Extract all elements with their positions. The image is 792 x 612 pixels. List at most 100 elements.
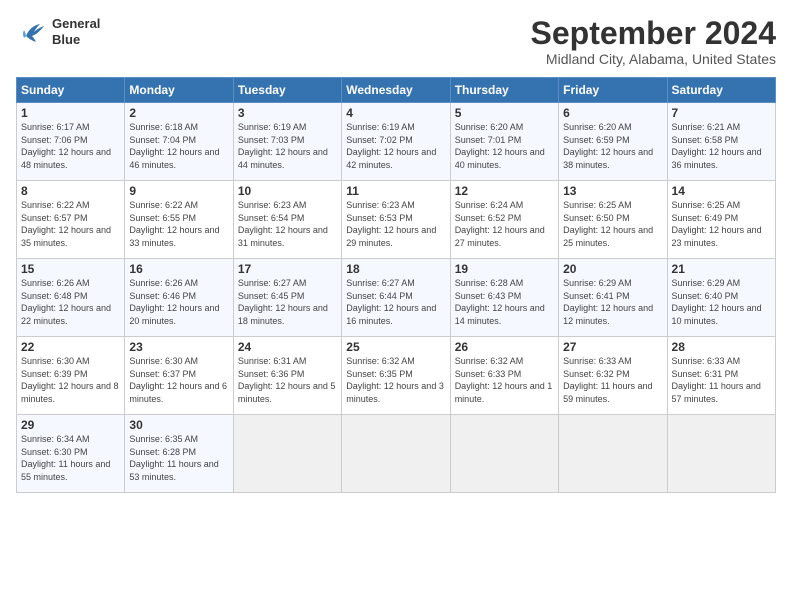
day-number: 20 bbox=[563, 262, 662, 276]
day-number: 15 bbox=[21, 262, 120, 276]
day-info: Sunrise: 6:27 AMSunset: 6:45 PMDaylight:… bbox=[238, 277, 337, 327]
calendar-day-cell: 1Sunrise: 6:17 AMSunset: 7:06 PMDaylight… bbox=[17, 103, 125, 181]
day-number: 25 bbox=[346, 340, 445, 354]
calendar-header-cell: Sunday bbox=[17, 78, 125, 103]
day-number: 14 bbox=[672, 184, 771, 198]
calendar-body: 1Sunrise: 6:17 AMSunset: 7:06 PMDaylight… bbox=[17, 103, 776, 493]
day-info: Sunrise: 6:25 AMSunset: 6:50 PMDaylight:… bbox=[563, 199, 662, 249]
day-number: 30 bbox=[129, 418, 228, 432]
calendar-day-cell: 19Sunrise: 6:28 AMSunset: 6:43 PMDayligh… bbox=[450, 259, 558, 337]
calendar-day-cell bbox=[233, 415, 341, 493]
calendar-day-cell: 22Sunrise: 6:30 AMSunset: 6:39 PMDayligh… bbox=[17, 337, 125, 415]
title-section: September 2024 Midland City, Alabama, Un… bbox=[531, 16, 776, 67]
day-number: 1 bbox=[21, 106, 120, 120]
day-number: 12 bbox=[455, 184, 554, 198]
calendar-day-cell: 18Sunrise: 6:27 AMSunset: 6:44 PMDayligh… bbox=[342, 259, 450, 337]
calendar-table: SundayMondayTuesdayWednesdayThursdayFrid… bbox=[16, 77, 776, 493]
calendar-day-cell bbox=[559, 415, 667, 493]
header: General Blue September 2024 Midland City… bbox=[16, 16, 776, 67]
day-info: Sunrise: 6:22 AMSunset: 6:55 PMDaylight:… bbox=[129, 199, 228, 249]
calendar-header-cell: Saturday bbox=[667, 78, 775, 103]
calendar-day-cell: 28Sunrise: 6:33 AMSunset: 6:31 PMDayligh… bbox=[667, 337, 775, 415]
day-info: Sunrise: 6:30 AMSunset: 6:37 PMDaylight:… bbox=[129, 355, 228, 405]
day-number: 8 bbox=[21, 184, 120, 198]
calendar-week-row: 8Sunrise: 6:22 AMSunset: 6:57 PMDaylight… bbox=[17, 181, 776, 259]
calendar-day-cell: 26Sunrise: 6:32 AMSunset: 6:33 PMDayligh… bbox=[450, 337, 558, 415]
calendar-day-cell: 9Sunrise: 6:22 AMSunset: 6:55 PMDaylight… bbox=[125, 181, 233, 259]
day-number: 4 bbox=[346, 106, 445, 120]
logo: General Blue bbox=[16, 16, 100, 47]
calendar-day-cell: 27Sunrise: 6:33 AMSunset: 6:32 PMDayligh… bbox=[559, 337, 667, 415]
day-number: 26 bbox=[455, 340, 554, 354]
day-info: Sunrise: 6:25 AMSunset: 6:49 PMDaylight:… bbox=[672, 199, 771, 249]
calendar-day-cell: 12Sunrise: 6:24 AMSunset: 6:52 PMDayligh… bbox=[450, 181, 558, 259]
calendar-day-cell: 8Sunrise: 6:22 AMSunset: 6:57 PMDaylight… bbox=[17, 181, 125, 259]
calendar-header-row: SundayMondayTuesdayWednesdayThursdayFrid… bbox=[17, 78, 776, 103]
day-info: Sunrise: 6:30 AMSunset: 6:39 PMDaylight:… bbox=[21, 355, 120, 405]
day-number: 22 bbox=[21, 340, 120, 354]
day-info: Sunrise: 6:35 AMSunset: 6:28 PMDaylight:… bbox=[129, 433, 228, 483]
calendar-day-cell: 11Sunrise: 6:23 AMSunset: 6:53 PMDayligh… bbox=[342, 181, 450, 259]
day-info: Sunrise: 6:33 AMSunset: 6:31 PMDaylight:… bbox=[672, 355, 771, 405]
day-info: Sunrise: 6:27 AMSunset: 6:44 PMDaylight:… bbox=[346, 277, 445, 327]
calendar-day-cell: 2Sunrise: 6:18 AMSunset: 7:04 PMDaylight… bbox=[125, 103, 233, 181]
calendar-day-cell: 5Sunrise: 6:20 AMSunset: 7:01 PMDaylight… bbox=[450, 103, 558, 181]
day-number: 23 bbox=[129, 340, 228, 354]
day-info: Sunrise: 6:19 AMSunset: 7:02 PMDaylight:… bbox=[346, 121, 445, 171]
day-info: Sunrise: 6:28 AMSunset: 6:43 PMDaylight:… bbox=[455, 277, 554, 327]
day-number: 18 bbox=[346, 262, 445, 276]
day-info: Sunrise: 6:29 AMSunset: 6:40 PMDaylight:… bbox=[672, 277, 771, 327]
calendar-day-cell: 14Sunrise: 6:25 AMSunset: 6:49 PMDayligh… bbox=[667, 181, 775, 259]
calendar-day-cell: 17Sunrise: 6:27 AMSunset: 6:45 PMDayligh… bbox=[233, 259, 341, 337]
calendar-day-cell bbox=[667, 415, 775, 493]
day-info: Sunrise: 6:33 AMSunset: 6:32 PMDaylight:… bbox=[563, 355, 662, 405]
calendar-header-cell: Monday bbox=[125, 78, 233, 103]
day-info: Sunrise: 6:26 AMSunset: 6:48 PMDaylight:… bbox=[21, 277, 120, 327]
day-number: 7 bbox=[672, 106, 771, 120]
day-info: Sunrise: 6:22 AMSunset: 6:57 PMDaylight:… bbox=[21, 199, 120, 249]
day-info: Sunrise: 6:32 AMSunset: 6:35 PMDaylight:… bbox=[346, 355, 445, 405]
month-title: September 2024 bbox=[531, 16, 776, 51]
calendar-day-cell: 7Sunrise: 6:21 AMSunset: 6:58 PMDaylight… bbox=[667, 103, 775, 181]
day-number: 6 bbox=[563, 106, 662, 120]
calendar-week-row: 1Sunrise: 6:17 AMSunset: 7:06 PMDaylight… bbox=[17, 103, 776, 181]
day-info: Sunrise: 6:24 AMSunset: 6:52 PMDaylight:… bbox=[455, 199, 554, 249]
calendar-header-cell: Friday bbox=[559, 78, 667, 103]
calendar-day-cell: 13Sunrise: 6:25 AMSunset: 6:50 PMDayligh… bbox=[559, 181, 667, 259]
day-info: Sunrise: 6:26 AMSunset: 6:46 PMDaylight:… bbox=[129, 277, 228, 327]
calendar-header-cell: Thursday bbox=[450, 78, 558, 103]
calendar-week-row: 22Sunrise: 6:30 AMSunset: 6:39 PMDayligh… bbox=[17, 337, 776, 415]
location-title: Midland City, Alabama, United States bbox=[531, 51, 776, 67]
calendar-week-row: 15Sunrise: 6:26 AMSunset: 6:48 PMDayligh… bbox=[17, 259, 776, 337]
calendar-day-cell bbox=[342, 415, 450, 493]
day-number: 13 bbox=[563, 184, 662, 198]
calendar-day-cell: 24Sunrise: 6:31 AMSunset: 6:36 PMDayligh… bbox=[233, 337, 341, 415]
day-info: Sunrise: 6:20 AMSunset: 6:59 PMDaylight:… bbox=[563, 121, 662, 171]
logo-icon bbox=[16, 18, 48, 46]
calendar-day-cell: 4Sunrise: 6:19 AMSunset: 7:02 PMDaylight… bbox=[342, 103, 450, 181]
day-number: 29 bbox=[21, 418, 120, 432]
calendar-day-cell bbox=[450, 415, 558, 493]
day-info: Sunrise: 6:17 AMSunset: 7:06 PMDaylight:… bbox=[21, 121, 120, 171]
calendar-day-cell: 3Sunrise: 6:19 AMSunset: 7:03 PMDaylight… bbox=[233, 103, 341, 181]
calendar-day-cell: 15Sunrise: 6:26 AMSunset: 6:48 PMDayligh… bbox=[17, 259, 125, 337]
day-info: Sunrise: 6:23 AMSunset: 6:53 PMDaylight:… bbox=[346, 199, 445, 249]
day-number: 10 bbox=[238, 184, 337, 198]
calendar-week-row: 29Sunrise: 6:34 AMSunset: 6:30 PMDayligh… bbox=[17, 415, 776, 493]
calendar-header-cell: Wednesday bbox=[342, 78, 450, 103]
day-number: 17 bbox=[238, 262, 337, 276]
calendar-day-cell: 16Sunrise: 6:26 AMSunset: 6:46 PMDayligh… bbox=[125, 259, 233, 337]
day-info: Sunrise: 6:34 AMSunset: 6:30 PMDaylight:… bbox=[21, 433, 120, 483]
day-info: Sunrise: 6:23 AMSunset: 6:54 PMDaylight:… bbox=[238, 199, 337, 249]
day-info: Sunrise: 6:18 AMSunset: 7:04 PMDaylight:… bbox=[129, 121, 228, 171]
calendar-day-cell: 6Sunrise: 6:20 AMSunset: 6:59 PMDaylight… bbox=[559, 103, 667, 181]
day-number: 2 bbox=[129, 106, 228, 120]
day-number: 27 bbox=[563, 340, 662, 354]
day-info: Sunrise: 6:20 AMSunset: 7:01 PMDaylight:… bbox=[455, 121, 554, 171]
day-info: Sunrise: 6:19 AMSunset: 7:03 PMDaylight:… bbox=[238, 121, 337, 171]
day-number: 3 bbox=[238, 106, 337, 120]
calendar-day-cell: 29Sunrise: 6:34 AMSunset: 6:30 PMDayligh… bbox=[17, 415, 125, 493]
calendar-day-cell: 23Sunrise: 6:30 AMSunset: 6:37 PMDayligh… bbox=[125, 337, 233, 415]
day-info: Sunrise: 6:21 AMSunset: 6:58 PMDaylight:… bbox=[672, 121, 771, 171]
calendar-day-cell: 20Sunrise: 6:29 AMSunset: 6:41 PMDayligh… bbox=[559, 259, 667, 337]
